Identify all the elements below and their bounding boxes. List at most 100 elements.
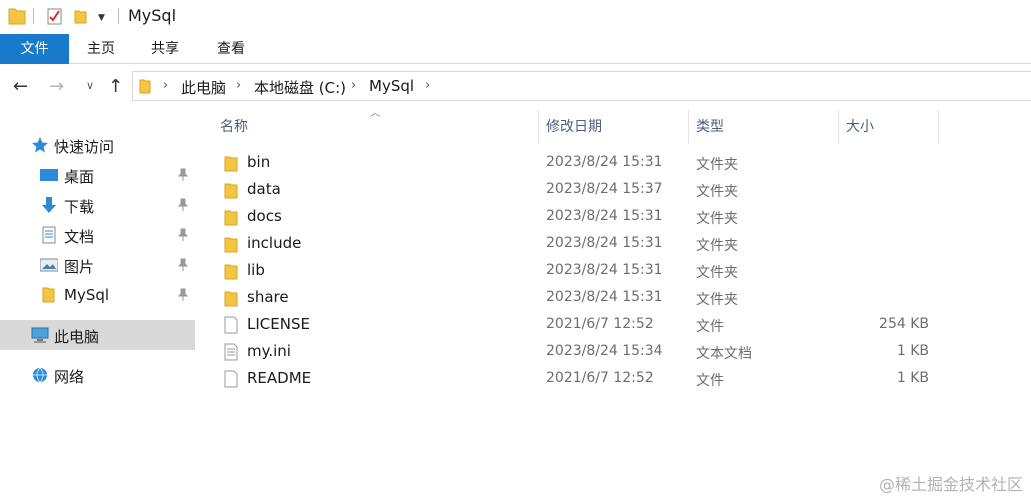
- sidebar-item-downloads[interactable]: 下载: [0, 190, 195, 220]
- folder-icon: [42, 287, 55, 303]
- file-modified-date: 2021/6/7 12:52: [546, 316, 654, 332]
- table-row[interactable]: LICENSE 2021/6/7 12:52 文件 254 KB: [210, 312, 940, 339]
- file-name: LICENSE: [247, 315, 310, 333]
- column-header-type[interactable]: 类型: [686, 110, 836, 144]
- watermark: @稀土掘金技术社区: [878, 475, 1023, 494]
- text-file-icon: [224, 343, 238, 361]
- breadcrumb-chevron-icon[interactable]: ›: [236, 78, 241, 93]
- sidebar-item-label: 网络: [54, 368, 85, 386]
- sidebar-item-label: MySql: [64, 286, 110, 304]
- address-bar[interactable]: › 此电脑 › 本地磁盘 (C:) › MySql ›: [132, 71, 1031, 101]
- pin-icon[interactable]: [177, 168, 189, 182]
- new-folder-icon[interactable]: [74, 9, 87, 24]
- toolbar-separator: [118, 8, 119, 24]
- file-type: 文件夹: [696, 292, 738, 308]
- tab-share[interactable]: 共享: [144, 34, 186, 64]
- pin-icon[interactable]: [177, 258, 189, 272]
- sidebar-item-label: 桌面: [64, 168, 95, 186]
- tab-view[interactable]: 查看: [210, 34, 252, 64]
- title-bar: ▼ MySql: [0, 0, 1031, 34]
- folder-icon: [224, 183, 238, 199]
- breadcrumb-chevron-icon[interactable]: ›: [425, 78, 430, 93]
- folder-icon: [224, 264, 238, 280]
- tab-home[interactable]: 主页: [80, 34, 122, 64]
- computer-icon: [31, 327, 49, 343]
- breadcrumb-this-pc[interactable]: 此电脑: [181, 77, 226, 98]
- folder-icon: [8, 8, 26, 25]
- sidebar-item-documents[interactable]: 文档: [0, 220, 195, 250]
- table-row[interactable]: data 2023/8/24 15:37 文件夹: [210, 177, 940, 204]
- pictures-icon: [40, 258, 58, 272]
- sidebar-item-label: 快速访问: [54, 138, 115, 156]
- file-name: include: [247, 234, 302, 252]
- folder-icon: [139, 79, 151, 94]
- sidebar-item-label: 下载: [64, 198, 95, 216]
- network-icon: [33, 367, 47, 383]
- file-type: 文件夹: [696, 184, 738, 200]
- pin-icon[interactable]: [177, 288, 189, 302]
- sidebar-item-label: 此电脑: [54, 328, 100, 346]
- table-row[interactable]: README 2021/6/7 12:52 文件 1 KB: [210, 366, 940, 393]
- folder-icon: [224, 291, 238, 307]
- folder-icon: [224, 210, 238, 226]
- table-row[interactable]: lib 2023/8/24 15:31 文件夹: [210, 258, 940, 285]
- file-name: README: [247, 369, 312, 387]
- sidebar-item-label: 图片: [64, 258, 95, 276]
- customize-toolbar-chevron-icon[interactable]: ▼: [98, 13, 105, 23]
- file-size: 1 KB: [896, 370, 929, 386]
- breadcrumb-chevron-icon[interactable]: ›: [351, 78, 356, 93]
- file-modified-date: 2021/6/7 12:52: [546, 370, 654, 386]
- toolbar-separator: [33, 8, 34, 24]
- file-name: bin: [247, 153, 271, 171]
- sidebar-item-network[interactable]: 网络: [0, 360, 195, 390]
- column-header-name[interactable]: 名称: [210, 110, 538, 144]
- file-name: share: [247, 288, 289, 306]
- table-row[interactable]: bin 2023/8/24 15:31 文件夹: [210, 150, 940, 177]
- sidebar-item-desktop[interactable]: 桌面: [0, 160, 195, 190]
- ribbon-tabs: 文件 主页 共享 查看: [0, 34, 1031, 64]
- file-name: my.ini: [247, 342, 291, 360]
- sidebar-item-quick-access[interactable]: 快速访问: [0, 130, 195, 160]
- file-icon: [224, 316, 238, 334]
- pin-icon[interactable]: [177, 198, 189, 212]
- file-type: 文件夹: [696, 238, 738, 254]
- breadcrumb-chevron-icon[interactable]: ›: [163, 78, 168, 93]
- column-header-row: 名称 修改日期 类型 大小: [210, 110, 940, 144]
- file-name: docs: [247, 207, 282, 225]
- table-row[interactable]: docs 2023/8/24 15:31 文件夹: [210, 204, 940, 231]
- navigation-pane: 快速访问 桌面 下载 文档 图片 MySql 此电脑 网络: [0, 110, 195, 501]
- sidebar-item-mysql[interactable]: MySql: [0, 280, 195, 310]
- file-modified-date: 2023/8/24 15:31: [546, 208, 663, 224]
- recent-locations-chevron-icon[interactable]: ∨: [86, 79, 94, 92]
- table-row[interactable]: include 2023/8/24 15:31 文件夹: [210, 231, 940, 258]
- file-type: 文本文档: [696, 346, 752, 362]
- up-arrow-icon[interactable]: ↑: [108, 76, 123, 97]
- column-header-size[interactable]: 大小: [836, 110, 936, 144]
- file-modified-date: 2023/8/24 15:37: [546, 181, 663, 197]
- file-size: 1 KB: [896, 343, 929, 359]
- file-type: 文件: [696, 319, 724, 335]
- breadcrumb-local-disk[interactable]: 本地磁盘 (C:): [254, 77, 346, 98]
- breadcrumb-mysql[interactable]: MySql: [369, 77, 414, 95]
- file-modified-date: 2023/8/24 15:31: [546, 154, 663, 170]
- column-header-date[interactable]: 修改日期: [536, 110, 686, 144]
- back-arrow-icon[interactable]: ←: [13, 76, 28, 97]
- sidebar-item-label: 文档: [64, 228, 95, 246]
- sidebar-item-pictures[interactable]: 图片: [0, 250, 195, 280]
- file-type: 文件夹: [696, 157, 738, 173]
- file-icon: [224, 370, 238, 388]
- properties-icon[interactable]: [47, 7, 63, 25]
- file-name: data: [247, 180, 281, 198]
- column-divider[interactable]: [938, 110, 939, 144]
- pin-icon[interactable]: [177, 228, 189, 242]
- table-row[interactable]: my.ini 2023/8/24 15:34 文本文档 1 KB: [210, 339, 940, 366]
- forward-arrow-icon[interactable]: →: [49, 76, 64, 97]
- table-row[interactable]: share 2023/8/24 15:31 文件夹: [210, 285, 940, 312]
- folder-icon: [224, 237, 238, 253]
- tab-file[interactable]: 文件: [0, 34, 69, 64]
- file-modified-date: 2023/8/24 15:31: [546, 289, 663, 305]
- file-modified-date: 2023/8/24 15:34: [546, 343, 663, 359]
- file-modified-date: 2023/8/24 15:31: [546, 235, 663, 251]
- navigation-bar: ← → ∨ ↑ › 此电脑 › 本地磁盘 (C:) › MySql ›: [0, 65, 1031, 109]
- sidebar-item-this-pc[interactable]: 此电脑: [0, 320, 195, 350]
